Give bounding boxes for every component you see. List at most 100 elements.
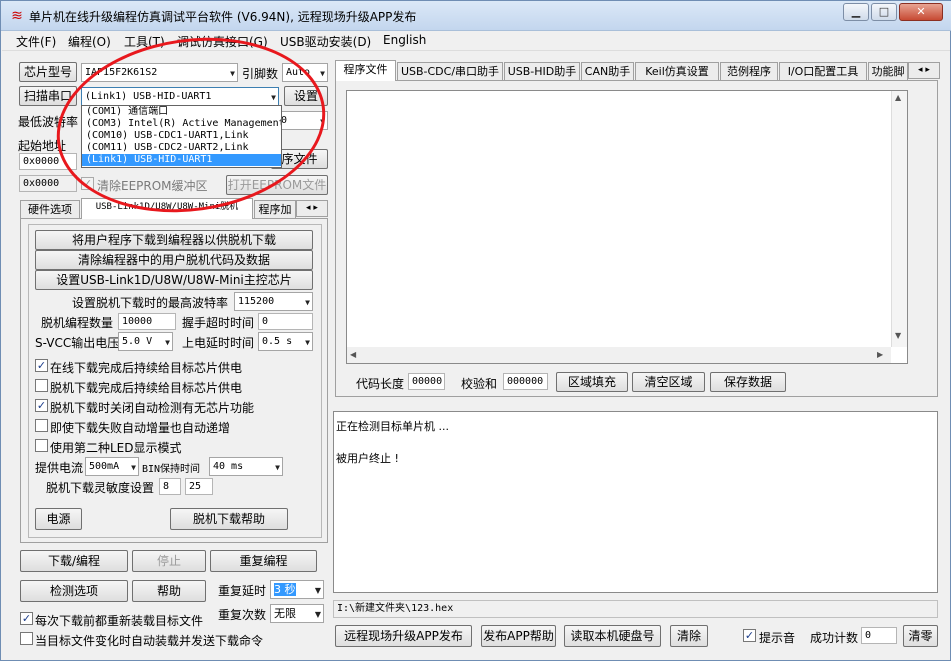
pin-count-value: Auto bbox=[286, 67, 311, 78]
success-count-label: 成功计数 bbox=[810, 631, 859, 645]
port-option[interactable]: (COM11) USB-CDC2-UART2,Link bbox=[82, 142, 281, 154]
chevron-down-icon: ▼ bbox=[165, 338, 170, 347]
port-option-selected[interactable]: (Link1) USB-HID-UART1 bbox=[82, 154, 281, 166]
power-delay-select[interactable]: 0.5 s ▼ bbox=[258, 332, 313, 351]
offline-count-input[interactable]: 10000 bbox=[118, 313, 176, 330]
repeat-delay-label: 重复延时 bbox=[218, 584, 267, 598]
check-options-button[interactable]: 检测选项 bbox=[20, 580, 128, 602]
set-main-chip-button[interactable]: 设置USB-Link1D/U8W/U8W-Mini主控芯片 bbox=[35, 270, 313, 290]
svcc-voltage-label: S-VCC输出电压 bbox=[35, 336, 120, 350]
chevron-down-icon: ▼ bbox=[305, 338, 310, 347]
publish-app-help-button[interactable]: 发布APP帮助 bbox=[481, 625, 556, 647]
option3-label: 脱机下载时关闭自动检测有无芯片功能 bbox=[50, 401, 255, 415]
tab-scroll-arrows[interactable]: ◂ ▸ bbox=[296, 200, 328, 217]
bin-hold-select[interactable]: 40 ms ▼ bbox=[209, 457, 283, 476]
clear-eeprom-label: 清除EEPROM缓冲区 bbox=[97, 179, 208, 193]
download-program-button[interactable]: 下载/编程 bbox=[20, 550, 128, 572]
option3-checkbox[interactable]: ✓ bbox=[35, 399, 48, 412]
port-value: (Link1) USB-HID-UART1 bbox=[85, 91, 212, 102]
stop-button[interactable]: 停止 bbox=[132, 550, 206, 572]
offline-count-label: 脱机编程数量 bbox=[41, 316, 114, 330]
menu-debug[interactable]: 调试仿真接口(G) bbox=[177, 33, 268, 50]
sensitivity-input-2[interactable]: 25 bbox=[185, 478, 213, 495]
handshake-timeout-input[interactable]: 0 bbox=[258, 313, 313, 330]
chip-type-button[interactable]: 芯片型号 bbox=[19, 62, 77, 82]
offline-download-help-button[interactable]: 脱机下载帮助 bbox=[170, 508, 288, 530]
open-eeprom-file-button[interactable]: 打开EEPROM文件 bbox=[226, 175, 328, 195]
repeat-delay-select[interactable]: 3 秒 ▼ bbox=[270, 580, 324, 599]
clear-offline-code-button[interactable]: 清除编程器中的用户脱机代码及数据 bbox=[35, 250, 313, 270]
repeat-program-button[interactable]: 重复编程 bbox=[210, 550, 317, 572]
tab-program-encrypt[interactable]: 程序加 bbox=[254, 200, 296, 219]
clear-eeprom-checkbox[interactable]: ✓ bbox=[81, 177, 94, 190]
clear-log-button[interactable]: 清除 bbox=[670, 625, 708, 647]
remote-upgrade-button[interactable]: 远程现场升级APP发布 bbox=[335, 625, 472, 647]
scroll-down-icon[interactable]: ▼ bbox=[895, 331, 901, 340]
option2-checkbox[interactable] bbox=[35, 379, 48, 392]
min-baud-select[interactable]: 0 ▼ bbox=[277, 111, 328, 130]
supply-current-select[interactable]: 500mA ▼ bbox=[85, 457, 139, 476]
supply-current-label: 提供电流 bbox=[35, 461, 84, 475]
hex-view-area[interactable] bbox=[346, 90, 908, 364]
tab-keil-sim[interactable]: Keil仿真设置 bbox=[635, 62, 719, 81]
option5-label: 使用第二种LED显示模式 bbox=[50, 441, 182, 455]
option4-checkbox[interactable] bbox=[35, 419, 48, 432]
tab-io-config[interactable]: I/O口配置工具 bbox=[779, 62, 867, 81]
clear-area-button[interactable]: 清空区域 bbox=[632, 372, 705, 392]
max-baud-select[interactable]: 115200 ▼ bbox=[234, 292, 313, 311]
option1-checkbox[interactable]: ✓ bbox=[35, 359, 48, 372]
tab-usb-cdc-serial[interactable]: USB-CDC/串口助手 bbox=[397, 62, 503, 81]
save-data-button[interactable]: 保存数据 bbox=[710, 372, 786, 392]
port-option[interactable]: (COM10) USB-CDC1-UART1,Link bbox=[82, 130, 281, 142]
close-button[interactable]: ✕ bbox=[899, 3, 943, 21]
beep-checkbox[interactable]: ✓ bbox=[743, 629, 756, 642]
tab-function[interactable]: 功能脚 bbox=[868, 62, 908, 81]
scan-port-button[interactable]: 扫描串口 bbox=[19, 86, 77, 106]
port-select[interactable]: (Link1) USB-HID-UART1 ▼ bbox=[81, 87, 279, 106]
start-address-input[interactable]: 0x0000 bbox=[19, 153, 77, 170]
chip-model-select[interactable]: IAP15F2K61S2 ▼ bbox=[81, 63, 238, 82]
fill-area-button[interactable]: 区域填充 bbox=[556, 372, 628, 392]
log-line: 被用户终止 ! bbox=[336, 452, 399, 465]
horizontal-scrollbar[interactable]: ◀ ▶ bbox=[347, 347, 891, 363]
menu-program[interactable]: 编程(O) bbox=[68, 33, 111, 50]
read-disk-id-button[interactable]: 读取本机硬盘号 bbox=[564, 625, 661, 647]
auto-load-checkbox[interactable] bbox=[20, 632, 33, 645]
reload-before-download-checkbox[interactable]: ✓ bbox=[20, 612, 33, 625]
eeprom-address-input[interactable]: 0x0000 bbox=[19, 175, 77, 192]
tab-hardware-options[interactable]: 硬件选项 bbox=[20, 200, 80, 219]
svcc-voltage-select[interactable]: 5.0 V ▼ bbox=[118, 332, 173, 351]
minimize-button[interactable]: ▁ bbox=[843, 3, 869, 21]
download-to-programmer-button[interactable]: 将用户程序下载到编程器以供脱机下载 bbox=[35, 230, 313, 250]
vertical-scrollbar[interactable]: ▲ ▼ bbox=[891, 91, 907, 347]
tab-usb-link-offline[interactable]: USB-Link1D/U8W/U8W-Mini脱机 bbox=[81, 198, 253, 219]
tab-scroll-arrows[interactable]: ◂ ▸ bbox=[908, 62, 940, 79]
power-delay-value: 0.5 s bbox=[262, 336, 293, 347]
scroll-right-icon[interactable]: ▶ bbox=[877, 350, 883, 359]
tab-can[interactable]: CAN助手 bbox=[581, 62, 634, 81]
menu-file[interactable]: 文件(F) bbox=[16, 33, 56, 50]
maximize-button[interactable]: □ bbox=[871, 3, 897, 21]
menu-english[interactable]: English bbox=[383, 33, 426, 47]
tab-examples[interactable]: 范例程序 bbox=[720, 62, 778, 81]
menu-tools[interactable]: 工具(T) bbox=[124, 33, 165, 50]
pin-count-select[interactable]: Auto ▼ bbox=[282, 63, 328, 82]
tab-usb-hid[interactable]: USB-HID助手 bbox=[504, 62, 580, 81]
reset-count-button[interactable]: 清零 bbox=[903, 625, 938, 647]
tab-program-file[interactable]: 程序文件 bbox=[335, 60, 396, 81]
option5-checkbox[interactable] bbox=[35, 439, 48, 452]
menu-usb-driver[interactable]: USB驱动安装(D) bbox=[280, 33, 371, 50]
power-button[interactable]: 电源 bbox=[35, 508, 82, 530]
scroll-left-icon[interactable]: ◀ bbox=[350, 350, 356, 359]
max-baud-label: 设置脱机下载时的最高波特率 bbox=[72, 296, 229, 310]
log-output-area[interactable]: 正在检测目标单片机 ... 被用户终止 ! bbox=[333, 411, 938, 593]
help-button[interactable]: 帮助 bbox=[132, 580, 206, 602]
sensitivity-label: 脱机下载灵敏度设置 bbox=[46, 481, 155, 495]
sensitivity-input-1[interactable]: 8 bbox=[159, 478, 181, 495]
min-baud-label: 最低波特率 bbox=[18, 115, 79, 129]
settings-button[interactable]: 设置 bbox=[284, 86, 328, 106]
port-option[interactable]: (COM1) 通信端口 bbox=[82, 106, 281, 118]
port-option[interactable]: (COM3) Intel(R) Active Management bbox=[82, 118, 281, 130]
repeat-count-select[interactable]: 无限 ▼ bbox=[270, 604, 324, 623]
scroll-up-icon[interactable]: ▲ bbox=[895, 93, 901, 102]
